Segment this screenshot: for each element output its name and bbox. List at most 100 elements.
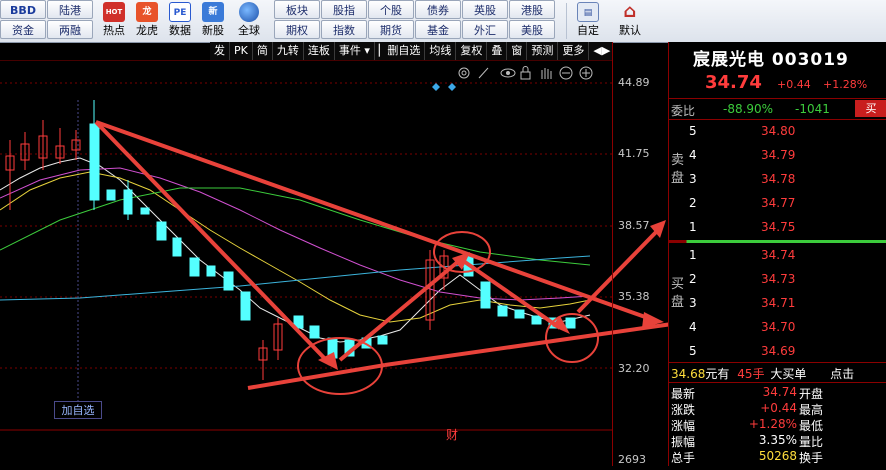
toolbar-btn-bankuai[interactable]: 板块 xyxy=(274,0,320,19)
toolbar-btn-gegu[interactable]: 个股 xyxy=(368,0,414,19)
buy-button[interactable]: 买 xyxy=(855,100,886,117)
sell-row[interactable]: 3 34.78 xyxy=(669,172,886,192)
toolbar-btn-zijin[interactable]: 资金 xyxy=(0,20,46,39)
stock-change: +0.44 xyxy=(777,78,811,91)
big-order-side: 大买单 xyxy=(770,367,807,381)
buy-price: 34.71 xyxy=(761,296,796,310)
sell-row[interactable]: 5 34.80 xyxy=(669,124,886,144)
toolbar-data-label: 数据 xyxy=(169,24,191,37)
chart-toolbar: 发 PK 简 九转 连板 事件 ▾ ▏删自选 均线 复权 叠 窗 预测 更多 ◀… xyxy=(210,42,612,60)
toolbar-btn-qihuo[interactable]: 期货 xyxy=(368,20,414,39)
quote-panel: 宸展光电 003019 34.74 +0.44 +1.28% 委比 -88.90… xyxy=(668,42,886,466)
chart-tab-jian[interactable]: 简 xyxy=(253,42,273,60)
stat-label: 开盘 xyxy=(799,387,824,401)
toolbar-btn-zhishu[interactable]: 指数 xyxy=(321,20,367,39)
sell-price: 34.77 xyxy=(761,196,796,210)
panel-divider xyxy=(669,362,886,363)
buy-level: 5 xyxy=(689,344,697,358)
toolbar-btn-qiquan[interactable]: 期权 xyxy=(274,20,320,39)
volume-axis-label: 2693 xyxy=(618,453,646,466)
toolbar-default-label: 默认 xyxy=(619,24,641,37)
chart-tab-overlay[interactable]: 叠 xyxy=(487,42,508,60)
buy-row[interactable]: 1 34.74 xyxy=(669,248,886,268)
event-markers xyxy=(432,83,456,91)
chart-tab-ma[interactable]: 均线 xyxy=(425,42,457,60)
stat-value: +1.28% xyxy=(748,417,797,431)
sell-row[interactable]: 1 34.75 xyxy=(669,220,886,240)
sell-row[interactable]: 4 34.79 xyxy=(669,148,886,168)
price-axis-line xyxy=(612,42,613,466)
sell-level: 4 xyxy=(689,148,697,162)
stat-label: 涨幅 xyxy=(671,419,696,433)
buy-row[interactable]: 5 34.69 xyxy=(669,344,886,364)
customize-icon: ▤ xyxy=(577,2,599,22)
stat-label: 最新 xyxy=(671,387,696,401)
sell-level: 5 xyxy=(689,124,697,138)
dragon-tiger-icon: 龙 xyxy=(136,2,158,22)
toolbar-data-button[interactable]: PE 数据 xyxy=(164,1,196,41)
toolbar-longhu-button[interactable]: 龙 龙虎 xyxy=(131,1,163,41)
buy-level: 3 xyxy=(689,296,697,310)
stat-label: 涨跌 xyxy=(671,403,696,417)
toolbar-btn-yinggu[interactable]: 英股 xyxy=(462,0,508,19)
main-toolbar: BBD 陆港 板块 股指 个股 债券 英股 港股 资金 两融 期权 指数 期货 … xyxy=(0,0,886,43)
stat-value: 34.74 xyxy=(762,385,797,399)
cai-marker[interactable]: 财 xyxy=(446,426,458,443)
buy-row[interactable]: 4 34.70 xyxy=(669,320,886,340)
buy-level: 2 xyxy=(689,272,697,286)
toolbar-btn-guzhi[interactable]: 股指 xyxy=(321,0,367,19)
chart-tab-pk[interactable]: PK xyxy=(230,42,253,60)
sell-price: 34.80 xyxy=(761,124,796,138)
chart-tab-remove-watch[interactable]: ▏删自选 xyxy=(375,42,426,60)
toolbar-btn-ganggu[interactable]: 港股 xyxy=(509,0,555,19)
chart-tab-window[interactable]: 窗 xyxy=(507,42,528,60)
panel-divider xyxy=(669,382,886,383)
toolbar-btn-bbd[interactable]: BBD xyxy=(0,0,46,19)
stock-pct: +1.28% xyxy=(823,78,868,91)
home-icon: ⌂ xyxy=(623,1,637,22)
globe-icon xyxy=(239,2,259,22)
add-watchlist-button[interactable]: 加自选 xyxy=(54,401,102,419)
toolbar-btn-meigu[interactable]: 美股 xyxy=(509,20,555,39)
toolbar-hot-button[interactable]: HOT 热点 xyxy=(98,1,130,41)
sell-level: 2 xyxy=(689,196,697,210)
toolbar-btn-liangrong[interactable]: 两融 xyxy=(47,20,93,39)
stat-label: 量比 xyxy=(799,435,824,449)
chart-tab-collapse[interactable]: ◀▶ xyxy=(589,42,614,60)
sell-price: 34.75 xyxy=(761,220,796,234)
stat-label: 振幅 xyxy=(671,435,696,449)
toolbar-btn-waihui[interactable]: 外汇 xyxy=(462,20,508,39)
price-axis-label: 32.20 xyxy=(618,362,650,375)
chart-tab-fa[interactable]: 发 xyxy=(210,42,230,60)
sell-price: 34.78 xyxy=(761,172,796,186)
chart-tab-lianban[interactable]: 连板 xyxy=(304,42,335,60)
buy-row[interactable]: 2 34.73 xyxy=(669,272,886,292)
big-order-line[interactable]: 34.68元有 45手 大买单 点击 xyxy=(671,365,854,382)
price-axis-label: 38.57 xyxy=(618,219,650,232)
stock-price: 34.74 xyxy=(705,72,762,93)
ma-line-cyan xyxy=(0,255,591,301)
toolbar-btn-zhaiquan[interactable]: 债券 xyxy=(415,0,461,19)
toolbar-global-button[interactable]: 全球 xyxy=(230,1,268,41)
toolbar-default-button[interactable]: ⌂ 默认 xyxy=(614,1,646,41)
stat-label: 最低 xyxy=(799,419,824,433)
toolbar-btn-jijin[interactable]: 基金 xyxy=(415,20,461,39)
buy-row[interactable]: 3 34.71 xyxy=(669,296,886,316)
chart-tab-more[interactable]: 更多 xyxy=(558,42,590,60)
buy-price: 34.74 xyxy=(761,248,796,262)
sell-row[interactable]: 2 34.77 xyxy=(669,196,886,216)
stat-value: 3.35% xyxy=(758,433,797,447)
chart-tab-fuquan[interactable]: 复权 xyxy=(456,42,488,60)
weibi-value: -88.90% xyxy=(723,102,774,116)
big-order-qty: 45手 xyxy=(737,367,765,381)
chart-tab-forecast[interactable]: 预测 xyxy=(527,42,559,60)
toolbar-global-label: 全球 xyxy=(238,24,260,37)
toolbar-customize-button[interactable]: ▤ 自定 xyxy=(572,1,604,41)
new-stock-icon: 新 xyxy=(202,2,224,22)
chart-tab-events[interactable]: 事件 ▾ xyxy=(335,42,375,60)
chart-tab-jiuzhuan[interactable]: 九转 xyxy=(273,42,304,60)
toolbar-newstock-label: 新股 xyxy=(202,24,224,37)
toolbar-btn-lugang[interactable]: 陆港 xyxy=(47,0,93,19)
toolbar-longhu-label: 龙虎 xyxy=(136,24,158,37)
toolbar-newstock-button[interactable]: 新 新股 xyxy=(197,1,229,41)
